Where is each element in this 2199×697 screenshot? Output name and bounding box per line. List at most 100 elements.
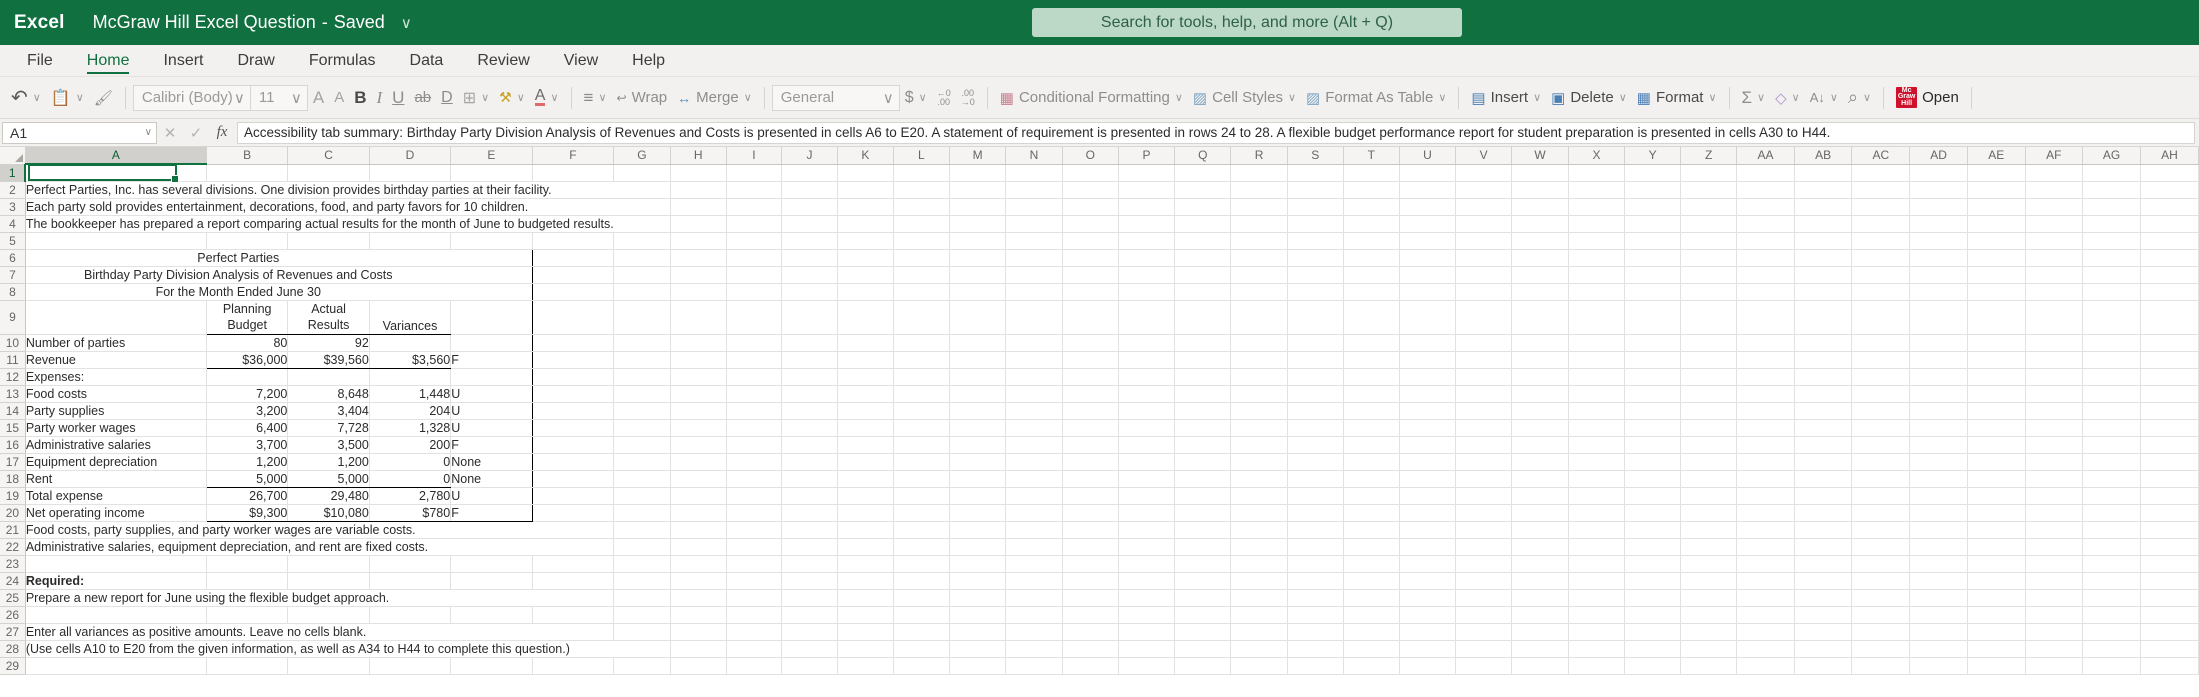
cell-U26[interactable] bbox=[1399, 606, 1457, 624]
cell-Q18[interactable] bbox=[1174, 470, 1232, 488]
cell-C13[interactable]: 8,648 bbox=[287, 385, 370, 403]
cell-Q19[interactable] bbox=[1174, 487, 1232, 505]
cell-K22[interactable] bbox=[837, 538, 894, 556]
cell-M26[interactable] bbox=[949, 606, 1007, 624]
cell-N23[interactable] bbox=[1005, 555, 1063, 573]
cell-K24[interactable] bbox=[837, 572, 894, 590]
cell-R8[interactable] bbox=[1230, 283, 1288, 301]
cell-D29[interactable] bbox=[369, 657, 452, 675]
cell-Z26[interactable] bbox=[1680, 606, 1738, 624]
cell-AB27[interactable] bbox=[1794, 623, 1853, 641]
cell-A14[interactable]: Party supplies bbox=[24, 402, 207, 420]
tab-data[interactable]: Data bbox=[393, 45, 461, 76]
cell-P20[interactable] bbox=[1118, 504, 1176, 522]
cell-E24[interactable] bbox=[450, 572, 533, 590]
cell-K3[interactable] bbox=[837, 198, 894, 216]
cell-AE11[interactable] bbox=[1967, 351, 2026, 369]
cell-M12[interactable] bbox=[949, 368, 1007, 386]
cell-X9[interactable] bbox=[1568, 300, 1626, 335]
cell-V13[interactable] bbox=[1455, 385, 1513, 403]
cell-AH9[interactable] bbox=[2140, 300, 2199, 335]
cell-AE12[interactable] bbox=[1967, 368, 2026, 386]
row-header-19[interactable]: 19 bbox=[0, 487, 26, 505]
cell-N14[interactable] bbox=[1005, 402, 1063, 420]
col-header-AA[interactable]: AA bbox=[1736, 147, 1795, 165]
cell-AE22[interactable] bbox=[1967, 538, 2026, 556]
cell-R23[interactable] bbox=[1230, 555, 1288, 573]
cell-D17[interactable]: 0 bbox=[369, 453, 452, 471]
cell-A15[interactable]: Party worker wages bbox=[24, 419, 207, 437]
cell-Q15[interactable] bbox=[1174, 419, 1232, 437]
cell-I29[interactable] bbox=[726, 657, 783, 675]
cell-AB25[interactable] bbox=[1794, 589, 1853, 607]
cell-F20[interactable] bbox=[532, 504, 615, 522]
font-color-button[interactable]: A ∨ bbox=[530, 83, 564, 113]
cell-O3[interactable] bbox=[1062, 198, 1119, 216]
cell-H15[interactable] bbox=[670, 419, 727, 437]
cell-AD16[interactable] bbox=[1909, 436, 1968, 454]
cell-P22[interactable] bbox=[1118, 538, 1176, 556]
cell-Z25[interactable] bbox=[1680, 589, 1738, 607]
cell-G26[interactable] bbox=[613, 606, 671, 624]
row-header-27[interactable]: 27 bbox=[0, 623, 26, 641]
cell-M22[interactable] bbox=[949, 538, 1007, 556]
cell-O4[interactable] bbox=[1062, 215, 1119, 233]
cell-L22[interactable] bbox=[893, 538, 950, 556]
col-header-AG[interactable]: AG bbox=[2082, 147, 2141, 165]
cell-T19[interactable] bbox=[1343, 487, 1400, 505]
cell-I28[interactable] bbox=[726, 640, 783, 658]
cell-AH8[interactable] bbox=[2140, 283, 2199, 301]
cell-AG6[interactable] bbox=[2082, 249, 2141, 267]
cell-B26[interactable] bbox=[206, 606, 289, 624]
cell-AB14[interactable] bbox=[1794, 402, 1853, 420]
cell-AC4[interactable] bbox=[1851, 215, 1911, 233]
cell-E8[interactable] bbox=[450, 283, 533, 301]
cell-AF8[interactable] bbox=[2025, 283, 2084, 301]
cell-J5[interactable] bbox=[781, 232, 838, 250]
cell-A24[interactable]: Required: bbox=[25, 572, 207, 590]
cell-F10[interactable] bbox=[532, 334, 615, 352]
cell-M29[interactable] bbox=[949, 657, 1007, 675]
cell-K4[interactable] bbox=[837, 215, 894, 233]
cell-Q20[interactable] bbox=[1174, 504, 1232, 522]
cell-A26[interactable] bbox=[25, 606, 207, 624]
cell-P12[interactable] bbox=[1118, 368, 1176, 386]
cell-AD8[interactable] bbox=[1909, 283, 1968, 301]
col-header-A[interactable]: A bbox=[25, 147, 207, 165]
shrink-font-button[interactable]: A bbox=[329, 83, 349, 113]
cell-A18C[interactable] bbox=[1851, 470, 1911, 488]
cell-AD9[interactable] bbox=[1909, 300, 1968, 335]
cell-N4[interactable] bbox=[1005, 215, 1063, 233]
cell-V9[interactable] bbox=[1455, 300, 1513, 335]
cell-V27[interactable] bbox=[1455, 623, 1513, 641]
cell-R19[interactable] bbox=[1230, 487, 1288, 505]
cell-Q28[interactable] bbox=[1174, 640, 1232, 658]
cell-Q3[interactable] bbox=[1174, 198, 1232, 216]
cell-V19[interactable] bbox=[1455, 487, 1513, 505]
cell-I25[interactable] bbox=[726, 589, 783, 607]
cell-M4[interactable] bbox=[949, 215, 1007, 233]
cell-AF20[interactable] bbox=[2025, 504, 2084, 522]
cell-AB26[interactable] bbox=[1794, 606, 1853, 624]
cell-V16[interactable] bbox=[1455, 436, 1513, 454]
cell-R28[interactable] bbox=[1230, 640, 1288, 658]
cell-AA15[interactable] bbox=[1736, 419, 1795, 437]
cell-N9[interactable] bbox=[1005, 300, 1063, 335]
cell-Q23[interactable] bbox=[1174, 555, 1232, 573]
sort-filter-button[interactable]: A↓ ∨ bbox=[1805, 83, 1843, 113]
col-header-R[interactable]: R bbox=[1230, 147, 1288, 165]
cell-Y24[interactable] bbox=[1624, 572, 1682, 590]
cell-AF29[interactable] bbox=[2025, 657, 2084, 675]
cell-A9[interactable] bbox=[24, 300, 207, 335]
cell-G10[interactable] bbox=[613, 334, 671, 352]
cell-AF10[interactable] bbox=[2025, 334, 2084, 352]
cell-O20[interactable] bbox=[1062, 504, 1119, 522]
cell-D24[interactable] bbox=[369, 572, 452, 590]
cell-I2[interactable] bbox=[726, 181, 783, 199]
cell-Y6[interactable] bbox=[1624, 249, 1682, 267]
cell-Q11[interactable] bbox=[1174, 351, 1232, 369]
cell-C14[interactable]: 3,404 bbox=[287, 402, 370, 420]
col-header-U[interactable]: U bbox=[1399, 147, 1457, 165]
cell-AA5[interactable] bbox=[1736, 232, 1795, 250]
cell-I14[interactable] bbox=[726, 402, 783, 420]
